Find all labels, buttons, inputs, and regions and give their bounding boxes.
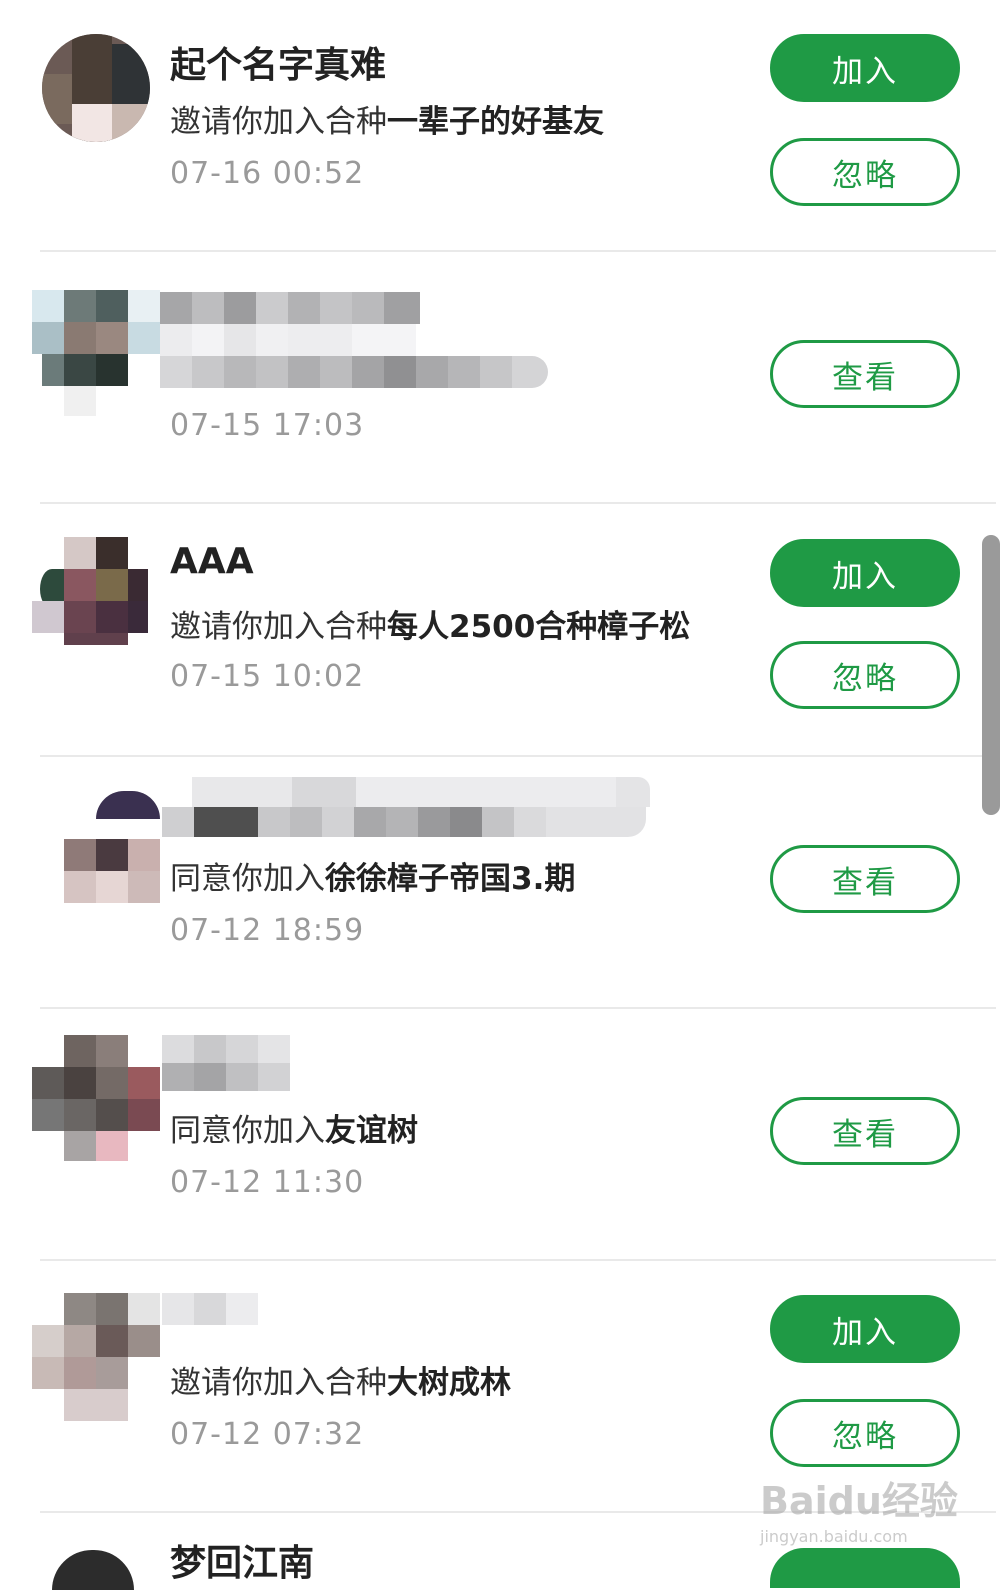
avatar[interactable] [32,290,162,420]
timestamp: 07-12 11:30 [170,1165,365,1200]
ignore-button[interactable]: 忽略 [770,138,960,206]
message-prefix: 邀请你加入合种 [170,1365,387,1401]
redacted-text [162,777,650,837]
message-prefix: 邀请你加入合种 [170,609,387,645]
join-button[interactable]: 加入 [770,34,960,102]
redacted-text [162,1035,292,1091]
sender-name: AAA [170,541,254,582]
view-button[interactable]: 查看 [770,340,960,408]
watermark-url: jingyan.baidu.com [760,1527,908,1546]
timestamp: 07-12 07:32 [170,1417,365,1452]
divider [40,502,996,504]
baidu-watermark: Baidu经验 jingyan.baidu.com [760,1470,958,1546]
message-prefix: 同意你加入 [170,861,325,897]
ignore-button[interactable]: 忽略 [770,641,960,709]
group-name: 徐徐樟子帝国3.期 [325,861,576,897]
message-prefix: 邀请你加入合种 [170,104,387,140]
sender-name: 梦回江南 [170,1543,315,1584]
avatar[interactable] [52,1550,134,1590]
group-name: 友谊树 [325,1113,418,1149]
redacted-text [162,1293,260,1327]
timestamp: 07-16 00:52 [170,156,365,191]
message-item[interactable]: AAA 邀请你加入合种每人2500合种樟子松 07-15 10:02 加入 忽略 [0,505,1000,757]
join-button[interactable]: 加入 [770,539,960,607]
scrollbar[interactable] [982,535,1000,815]
timestamp: 07-15 10:02 [170,659,365,694]
view-button[interactable]: 查看 [770,1097,960,1165]
avatar[interactable] [32,537,152,649]
message-text: 邀请你加入合种每人2500合种樟子松 [170,601,690,646]
ignore-button[interactable]: 忽略 [770,1399,960,1467]
view-button[interactable]: 查看 [770,845,960,913]
group-name: 每人2500合种樟子松 [387,609,691,645]
message-text: 同意你加入友谊树 [170,1105,418,1150]
group-name: 大树成林 [387,1365,511,1401]
watermark-brand: Baidu经验 [760,1479,958,1523]
avatar[interactable] [42,34,150,142]
message-text: 同意你加入徐徐樟子帝国3.期 [170,853,575,898]
message-item[interactable]: 同意你加入友谊树 07-12 11:30 查看 [0,1009,1000,1261]
timestamp: 07-12 18:59 [170,913,365,948]
redacted-text [160,292,550,388]
join-button[interactable]: 加入 [770,1295,960,1363]
message-item[interactable]: 07-15 17:03 查看 [0,252,1000,504]
message-text: 邀请你加入合种一辈子的好基友 [170,96,604,141]
avatar[interactable] [32,787,167,907]
timestamp: 07-15 17:03 [170,408,365,443]
join-button[interactable] [770,1548,960,1588]
avatar[interactable] [32,1293,162,1423]
sender-name: 起个名字真难 [170,45,387,86]
message-item[interactable]: 同意你加入徐徐樟子帝国3.期 07-12 18:59 查看 [0,757,1000,1009]
message-text: 邀请你加入合种大树成林 [170,1357,511,1402]
message-prefix: 同意你加入 [170,1113,325,1149]
message-item[interactable]: 起个名字真难 邀请你加入合种一辈子的好基友 07-16 00:52 加入 忽略 [0,0,1000,252]
group-name: 一辈子的好基友 [387,104,604,140]
avatar[interactable] [32,1035,164,1165]
